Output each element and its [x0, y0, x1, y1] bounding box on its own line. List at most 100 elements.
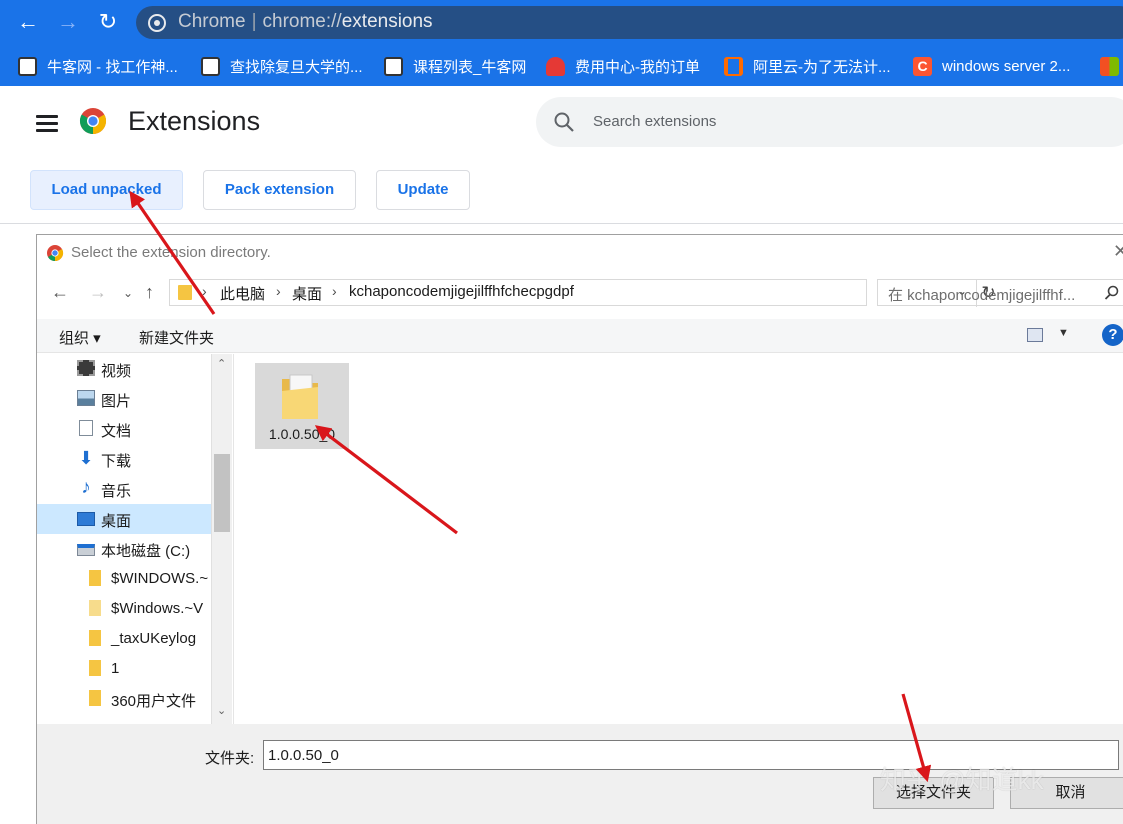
forward-button[interactable]: → [54, 8, 82, 36]
file-list: 1.0.0.50_0 [233, 354, 1123, 724]
bookmark-label: windows server 2... [942, 57, 1071, 75]
nav-item-label: $WINDOWS.~ [111, 570, 209, 587]
up-arrow-icon[interactable]: ↑ [145, 282, 154, 303]
nav-item-label: 下载 [101, 453, 132, 470]
file-item[interactable]: 1.0.0.50_0 [255, 363, 349, 449]
bookmark-item[interactable]: C windows server 2... [913, 55, 1070, 77]
nav-scrollbar[interactable]: ⌃ ⌄ [211, 354, 232, 724]
nowcoder-icon [384, 56, 403, 76]
back-button[interactable]: ← [14, 8, 42, 36]
chevron-down-icon[interactable]: ⌄ [217, 704, 226, 717]
folder-search-box[interactable]: 在 kchaponcodemjigejilffhf... [877, 279, 1123, 306]
search-icon [1104, 285, 1119, 300]
nav-item-folder[interactable]: _taxUKeylog [37, 624, 211, 654]
address-bar[interactable]: › 此电脑 › 桌面 › kchaponcodemjigejilffhfchec… [169, 279, 996, 307]
nav-item-label: 桌面 [101, 513, 132, 530]
bookmark-label: 课程列表_牛客网 [413, 58, 527, 76]
drive-icon [77, 544, 95, 556]
bookmarks-bar: 牛客网 - 找工作神... 查找除复旦大学的... 课程列表_牛客网 费用中心-… [0, 44, 1123, 86]
folder-icon [89, 660, 101, 676]
load-unpacked-button[interactable]: Load unpacked [30, 170, 183, 210]
breadcrumb-segment[interactable]: 桌面 [292, 283, 322, 304]
bookmark-item[interactable]: 阿里云-为了无法计... [724, 55, 891, 77]
breadcrumb-segment[interactable]: 此电脑 [220, 283, 265, 304]
folder-icon [89, 630, 101, 646]
nav-item-music[interactable]: ♪ 音乐 [37, 474, 211, 504]
back-arrow-icon[interactable]: ← [51, 282, 69, 303]
chevron-down-icon[interactable]: ▼ [1058, 327, 1069, 339]
close-icon[interactable]: ✕ [1113, 241, 1123, 262]
bookmark-item[interactable]: 费用中心-我的订单 [546, 55, 700, 77]
menu-icon[interactable] [36, 115, 58, 133]
nav-item-videos[interactable]: 视频 [37, 354, 211, 384]
reload-button[interactable]: ↻ [94, 8, 122, 36]
forward-arrow-icon[interactable]: → [89, 282, 107, 303]
nav-item-folder[interactable]: $Windows.~V [37, 594, 211, 624]
chevron-right-icon: › [202, 283, 207, 299]
nav-item-desktop[interactable]: 桌面 [37, 504, 211, 534]
bookmark-label: 查找除复旦大学的... [230, 58, 363, 76]
omnibox[interactable]: Chrome | chrome://extensions [136, 6, 1123, 39]
breadcrumb-segment[interactable]: kchaponcodemjigejilffhfchecpgdpf [349, 283, 574, 300]
nav-item-label: 1 [111, 660, 120, 677]
csdn-icon: C [913, 56, 932, 76]
bookmark-label: 费用中心-我的订单 [575, 58, 700, 76]
navigation-pane: 视频 图片 文档 ⬇ 下载 ♪ 音乐 桌面 本地磁盘 (C:) $WINDOWS… [37, 354, 232, 724]
omnibox-text: Chrome | chrome://extensions [178, 11, 433, 33]
update-button[interactable]: Update [376, 170, 470, 210]
pack-extension-button[interactable]: Pack extension [203, 170, 356, 210]
nav-item-documents[interactable]: 文档 [37, 414, 211, 444]
search-input[interactable]: Search extensions [593, 113, 716, 130]
file-name: 1.0.0.50_0 [268, 426, 336, 442]
chevron-up-icon[interactable]: ⌃ [217, 357, 226, 370]
nav-item-local-disk[interactable]: 本地磁盘 (C:) [37, 534, 211, 564]
bookmark-item[interactable]: 查找除复旦大学的... [201, 55, 363, 77]
bookmark-item[interactable] [1100, 55, 1123, 77]
huawei-icon [546, 56, 565, 76]
search-icon [554, 112, 574, 132]
folder-icon [89, 570, 101, 586]
desktop-icon [77, 512, 95, 526]
screenshot-root: ← → ↻ Chrome | chrome://extensions 牛客网 - 找… [0, 0, 1123, 824]
documents-icon [79, 420, 93, 436]
omnibox-separator: | [251, 11, 257, 32]
video-icon [77, 360, 95, 376]
folder-icon [89, 690, 101, 706]
chrome-icon [47, 245, 64, 262]
nav-item-label: 音乐 [101, 483, 132, 500]
nav-item-folder[interactable]: 1 [37, 654, 211, 684]
aliyun-icon [724, 56, 743, 76]
folder-label: 文件夹: [205, 750, 255, 767]
folder-icon [282, 374, 318, 419]
nav-item-folder[interactable]: $WINDOWS.~ [37, 564, 211, 594]
help-icon[interactable]: ? [1102, 324, 1123, 346]
view-options-icon[interactable] [1027, 328, 1043, 342]
chrome-icon [148, 14, 166, 32]
dialog-title: Select the extension directory. [71, 244, 271, 261]
chevron-right-icon: › [276, 283, 281, 299]
scrollbar-thumb[interactable] [214, 454, 230, 532]
watermark: 知乎 @知道kk [880, 765, 1044, 795]
extensions-search[interactable]: Search extensions [536, 97, 1123, 147]
recent-locations-chevron-icon[interactable]: ⌄ [123, 286, 133, 300]
omnibox-url-host: extensions [341, 11, 433, 32]
page-title: Extensions [128, 106, 261, 136]
nav-item-folder[interactable]: 360用户文件 [37, 684, 211, 714]
folder-search-input[interactable]: 在 kchaponcodemjigejilffhf... [888, 284, 1075, 305]
nav-item-label: 本地磁盘 (C:) [101, 543, 191, 560]
omnibox-url-scheme: chrome:// [262, 11, 342, 32]
omnibox-site: Chrome [178, 11, 246, 32]
bookmark-item[interactable]: 课程列表_牛客网 [384, 55, 526, 77]
microsoft-icon [1100, 56, 1119, 76]
chrome-logo-icon [79, 108, 107, 135]
chevron-right-icon: › [332, 283, 337, 299]
new-folder-button[interactable]: 新建文件夹 [139, 327, 214, 348]
bookmark-item[interactable]: 牛客网 - 找工作神... [18, 55, 178, 77]
nav-item-pictures[interactable]: 图片 [37, 384, 211, 414]
nav-item-label: 图片 [101, 393, 132, 410]
folder-icon [178, 285, 192, 300]
organize-menu[interactable]: 组织 ▾ [59, 327, 101, 348]
nav-item-label: $Windows.~V [111, 600, 204, 617]
nowcoder-icon [18, 56, 37, 76]
nav-item-downloads[interactable]: ⬇ 下载 [37, 444, 211, 474]
